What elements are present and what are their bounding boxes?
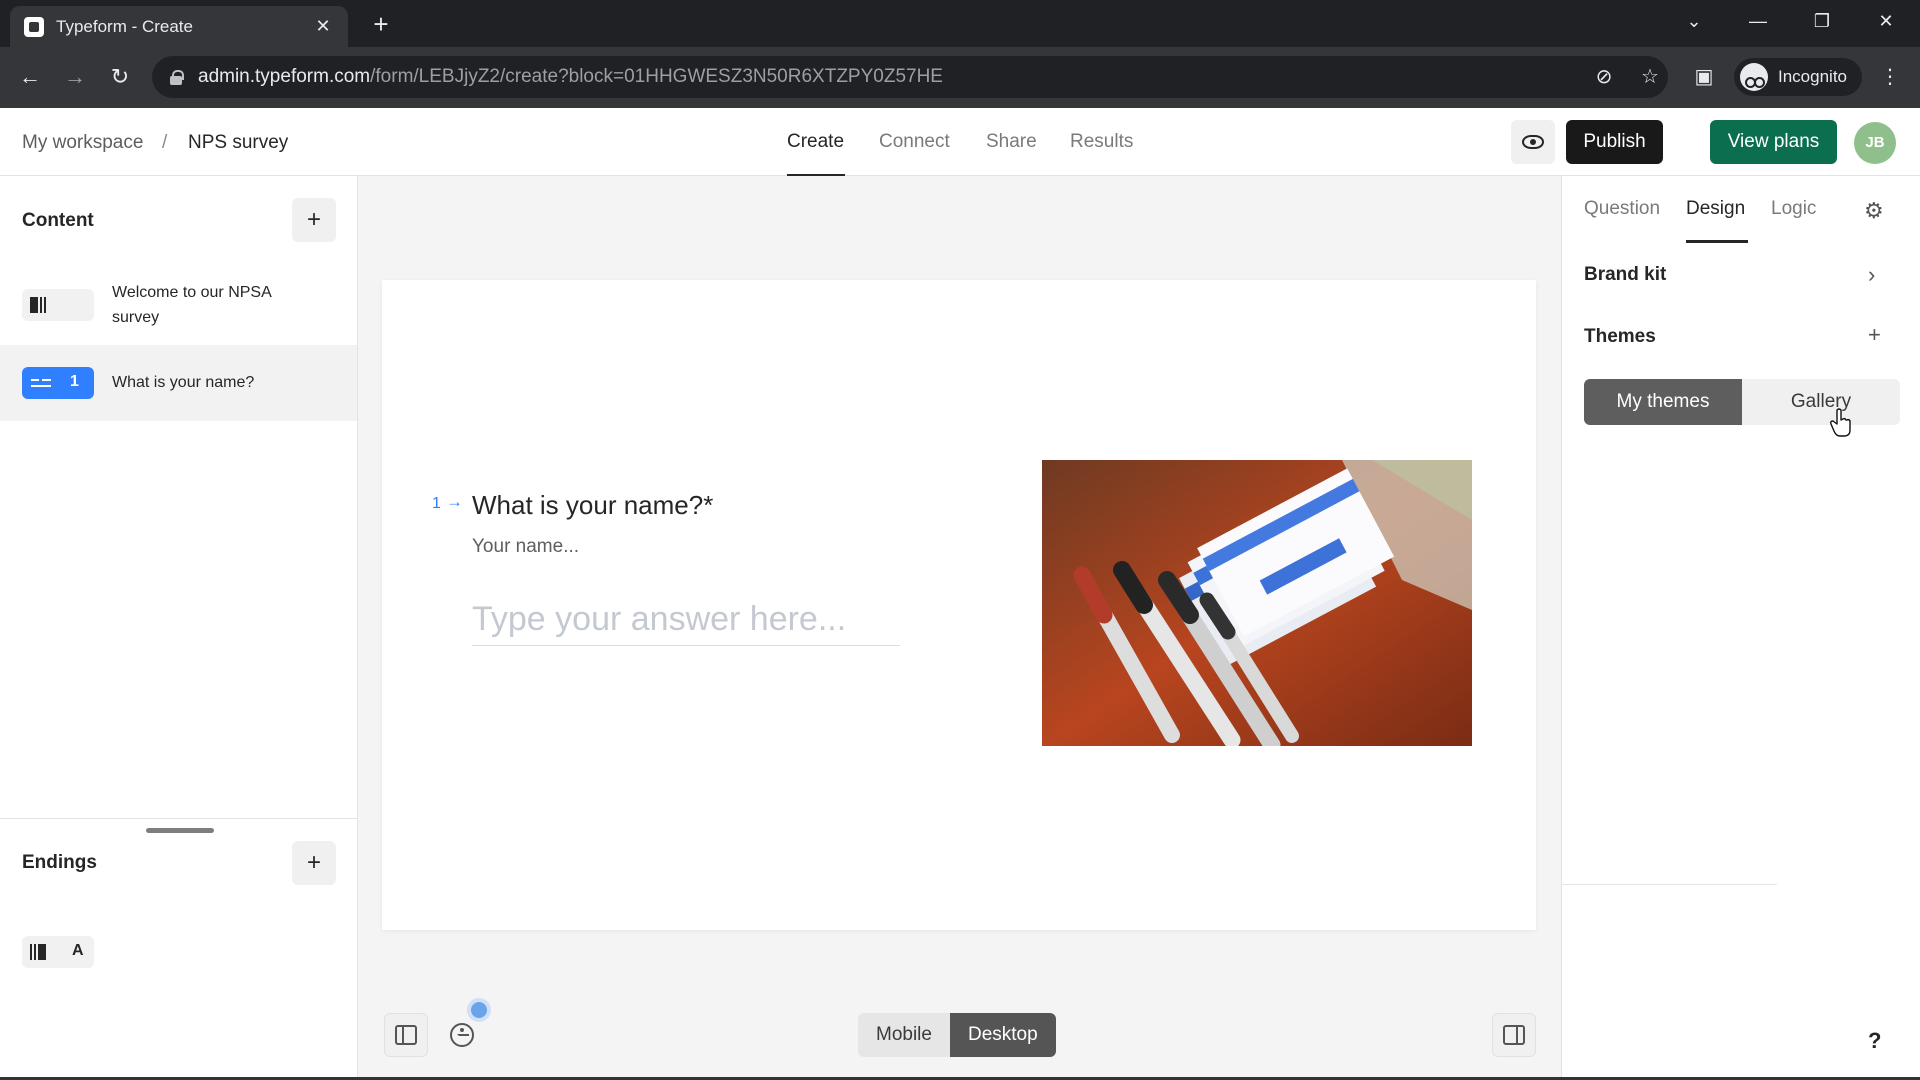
hand-pointer-cursor-icon [1830,408,1851,437]
minimize-icon[interactable]: — [1738,6,1778,36]
question-title[interactable]: What is your name?* [472,490,713,521]
url-path: /form/LEBJjyZ2/create?block=01HHGWESZ3N5… [370,66,943,87]
panel-right-icon [1503,1025,1525,1045]
tab-search-icon[interactable]: ⌄ [1674,6,1714,36]
my-themes-tab[interactable]: My themes [1584,379,1742,425]
question-description[interactable]: Your name... [472,536,579,558]
active-tab-indicator [1686,240,1748,243]
sidebar-item-label: Welcome to our NPSA survey [112,284,271,326]
avatar[interactable]: JB [1854,122,1896,164]
question-type-badge: 1 [22,367,94,399]
tab-results[interactable]: Results [1070,131,1133,153]
themes-toggle: My themes Gallery [1584,379,1900,425]
add-ending-button[interactable]: + [292,841,336,885]
sidebar-item-ending-a[interactable]: A [0,926,357,976]
reload-icon[interactable]: ↻ [104,61,136,93]
back-icon[interactable]: ← [14,61,46,93]
endings-section-title: Endings [22,852,97,873]
breadcrumb-workspace[interactable]: My workspace [22,132,143,154]
question-preview-card[interactable]: 1 → What is your name?* Your name... Typ… [382,280,1536,930]
new-tab-button[interactable]: + [366,10,396,40]
form-canvas: 1 → What is your name?* Your name... Typ… [358,176,1561,1080]
address-bar[interactable]: admin.typeform.com /form/LEBJjyZ2/create… [152,56,1668,98]
tab-logic[interactable]: Logic [1771,198,1816,220]
answer-input[interactable]: Type your answer here... [472,600,900,646]
browser-toolbar: ← → ↻ admin.typeform.com /form/LEBJjyZ2/… [0,47,1920,108]
eye-icon [1522,135,1544,149]
browser-menu-icon[interactable]: ⋮ [1876,63,1904,91]
view-plans-button[interactable]: View plans [1710,120,1837,164]
breadcrumb-form[interactable]: NPS survey [188,132,288,154]
side-panel-icon[interactable]: ▣ [1690,63,1718,91]
toggle-left-panel-button[interactable] [384,1013,428,1057]
lock-icon [170,70,184,85]
panel-left-icon [395,1025,417,1045]
ending-screen-icon [30,944,46,960]
browser-tab[interactable]: Typeform - Create ✕ [10,6,348,47]
preview-button[interactable] [1511,120,1555,164]
desktop-view-button[interactable]: Desktop [949,1013,1056,1057]
ending-letter: A [72,942,84,959]
publish-button[interactable]: Publish [1566,120,1663,164]
window-close-icon[interactable]: ✕ [1866,6,1906,36]
url-host: admin.typeform.com [198,66,371,87]
toggle-right-panel-button[interactable] [1492,1013,1536,1057]
arrow-right-icon: → [446,492,463,511]
question-number: 1 [432,495,441,512]
add-content-button[interactable]: + [292,198,336,242]
help-icon[interactable]: ? [1868,1028,1881,1054]
browser-tab-title: Typeform - Create [56,16,193,36]
short-text-icon [31,379,51,388]
eye-off-icon[interactable]: ⊘ [1590,63,1618,91]
welcome-screen-icon [30,297,46,313]
resize-handle[interactable] [146,828,214,833]
incognito-icon [1740,63,1768,91]
sidebar-item-label: What is your name? [112,374,255,391]
design-panel: Question Design Logic ⚙ Brand kit › Them… [1561,176,1920,1080]
forward-icon[interactable]: → [59,61,91,93]
typeform-favicon-icon [24,16,44,37]
tab-design[interactable]: Design [1686,198,1745,220]
welcome-screen-badge [22,289,94,321]
mobile-view-button[interactable]: Mobile [858,1013,950,1057]
notification-dot [467,998,491,1022]
close-tab-icon[interactable]: ✕ [312,16,334,37]
restore-icon[interactable]: ❐ [1802,6,1842,36]
accessibility-icon [450,1023,474,1047]
question-number: 1 [70,373,79,390]
device-view-toggle: Mobile Desktop [858,1013,1056,1057]
question-image[interactable] [1042,460,1472,746]
star-icon[interactable]: ☆ [1636,63,1664,91]
gallery-tab[interactable]: Gallery [1742,379,1900,425]
tab-question[interactable]: Question [1584,198,1660,220]
tab-create[interactable]: Create [787,131,844,153]
sidebar: Content + Welcome to our NPSA survey 1 W… [0,176,358,1080]
incognito-badge[interactable]: Incognito [1734,58,1862,96]
incognito-label: Incognito [1778,67,1847,86]
tab-share[interactable]: Share [986,131,1037,153]
app-header: My workspace / NPS survey Create Connect… [0,108,1920,177]
panel-divider [1562,884,1777,885]
browser-tabstrip: Typeform - Create ✕ + ⌄ — ❐ ✕ [0,0,1920,47]
gear-icon[interactable]: ⚙ [1864,198,1884,224]
sidebar-divider [0,818,357,819]
sidebar-item-question-1[interactable]: 1 What is your name? [0,345,357,421]
add-theme-icon[interactable]: + [1868,322,1881,348]
brand-kit-label[interactable]: Brand kit [1584,264,1666,286]
tab-connect[interactable]: Connect [879,131,950,153]
chevron-right-icon[interactable]: › [1868,262,1875,288]
sidebar-item-welcome[interactable]: Welcome to our NPSA survey [0,274,357,336]
content-section-title: Content [22,210,94,231]
breadcrumb-separator: / [162,132,168,153]
themes-label: Themes [1584,326,1656,347]
ending-badge: A [22,936,94,968]
markers-and-name-tags-image [1042,460,1472,746]
